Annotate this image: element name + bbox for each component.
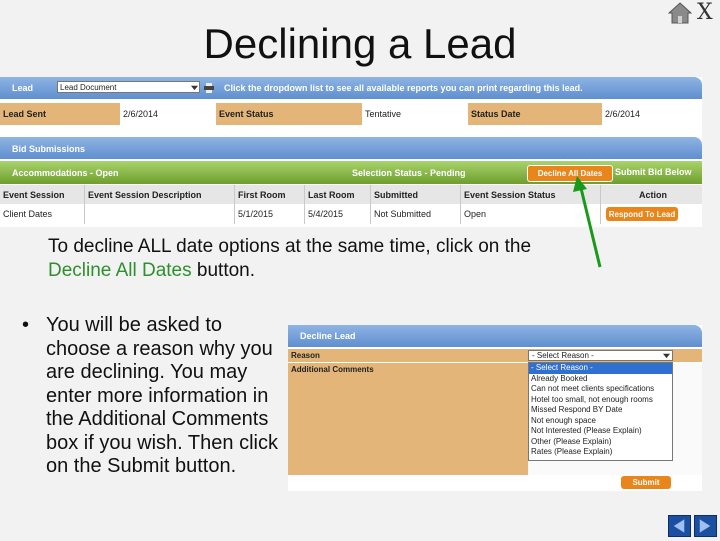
bid-submissions-bar: Bid Submissions xyxy=(0,137,702,159)
instruction-highlight: Decline All Dates xyxy=(48,260,192,281)
reason-option[interactable]: Already Booked xyxy=(529,374,672,385)
lead-sent-value: 2/6/2014 xyxy=(123,109,159,119)
cell-last-room: 5/4/2015 xyxy=(305,204,371,224)
reason-option[interactable]: Can not meet clients specifications xyxy=(529,384,672,395)
slide-title: Declining a Lead xyxy=(203,20,517,67)
reason-option[interactable]: - Select Reason - xyxy=(529,363,672,374)
reason-option[interactable]: Not enough space xyxy=(529,416,672,427)
event-status-value: Tentative xyxy=(365,109,402,119)
accommodations-label: Accommodations - Open xyxy=(12,168,119,178)
reason-option[interactable]: Rates (Please Explain) xyxy=(529,447,672,458)
respond-to-lead-button[interactable]: Respond To Lead xyxy=(606,207,678,221)
comments-label: Additional Comments xyxy=(288,363,528,475)
header-action: Action xyxy=(639,189,667,200)
instruction-text: To decline ALL date options at the same … xyxy=(48,235,568,283)
instruction-suffix: button. xyxy=(191,260,256,281)
decline-dialog-screenshot: Decline Lead Reason Additional Comments … xyxy=(288,325,702,491)
submit-button[interactable]: Submit xyxy=(621,476,671,489)
instruction-prefix: To decline ALL date options at the same … xyxy=(48,236,532,257)
table-row: Client Dates 5/1/2015 5/4/2015 Not Submi… xyxy=(0,204,702,224)
reason-option[interactable]: Other (Please Explain) xyxy=(529,437,672,448)
lead-select-value: Lead Document xyxy=(60,83,117,92)
selection-status: Selection Status - Pending xyxy=(352,168,466,178)
cell-description xyxy=(85,204,235,224)
print-icon[interactable] xyxy=(204,83,214,93)
reason-select-value: - Select Reason - xyxy=(532,351,594,360)
status-date-label: Status Date xyxy=(468,103,602,125)
accommodations-bar: Accommodations - Open Selection Status -… xyxy=(0,161,702,184)
header-submitted: Submitted xyxy=(371,185,461,204)
prev-slide-button[interactable] xyxy=(668,515,691,537)
lead-sent-label: Lead Sent xyxy=(0,103,120,125)
dropdown-arrow-icon xyxy=(191,85,198,91)
lead-document-select[interactable]: Lead Document xyxy=(57,81,200,93)
home-icon[interactable] xyxy=(668,2,692,24)
lead-info-row: Lead Sent 2/6/2014 Event Status Tentativ… xyxy=(0,103,702,125)
event-status-label: Event Status xyxy=(216,103,362,125)
status-date-value: 2/6/2014 xyxy=(605,109,641,119)
close-icon[interactable]: X xyxy=(697,0,713,25)
bullet-dot-icon: • xyxy=(22,314,30,336)
lead-label: Lead xyxy=(12,83,34,93)
prev-arrow-icon xyxy=(673,519,685,533)
lead-bar: Lead Lead Document Click the dropdown li… xyxy=(0,77,702,99)
next-arrow-icon xyxy=(699,519,711,533)
submit-bid-below[interactable]: Submit Bid Below xyxy=(615,167,692,177)
header-first-room: First Room xyxy=(235,185,305,204)
header-last-room: Last Room xyxy=(305,185,371,204)
cell-submitted: Not Submitted xyxy=(371,204,461,224)
cell-first-room: 5/1/2015 xyxy=(235,204,305,224)
lead-bar-hint: Click the dropdown list to see all avail… xyxy=(224,83,583,93)
cell-status: Open xyxy=(461,204,601,224)
dropdown-arrow-icon xyxy=(663,353,670,359)
header-session-status: Event Session Status xyxy=(461,185,601,204)
header-description: Event Session Description xyxy=(85,185,235,204)
bullet-text: You will be asked to choose a reason why… xyxy=(46,314,278,477)
table-header: Event Session Event Session Description … xyxy=(0,185,702,204)
decline-all-dates-button[interactable]: Decline All Dates xyxy=(527,165,613,182)
decline-dialog-title: Decline Lead xyxy=(288,325,702,347)
reason-option[interactable]: Not Interested (Please Explain) xyxy=(529,426,672,437)
cell-session: Client Dates xyxy=(0,204,85,224)
reason-select[interactable]: - Select Reason - xyxy=(528,350,673,361)
header-event-session: Event Session xyxy=(0,185,85,204)
reason-option[interactable]: Hotel too small, not enough rooms xyxy=(529,395,672,406)
lead-screenshot: Lead Lead Document Click the dropdown li… xyxy=(0,77,702,227)
next-slide-button[interactable] xyxy=(694,515,717,537)
reason-options-list[interactable]: - Select Reason - Already Booked Can not… xyxy=(528,362,673,461)
sessions-table: Event Session Event Session Description … xyxy=(0,185,702,225)
bid-submissions-label: Bid Submissions xyxy=(12,144,86,154)
reason-option[interactable]: Missed Respond BY Date xyxy=(529,405,672,416)
